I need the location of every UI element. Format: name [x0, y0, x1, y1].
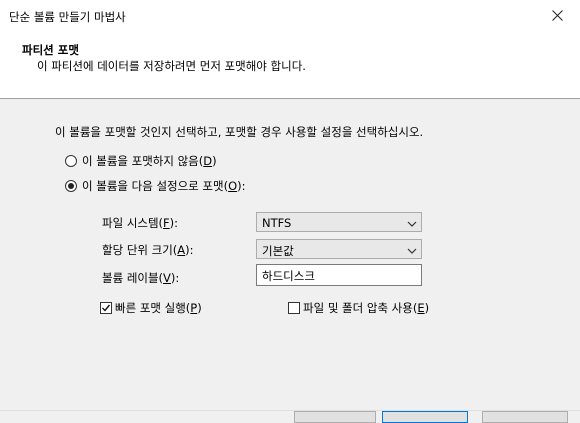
- header-title: 파티션 포맷: [22, 43, 79, 57]
- radio-no-format[interactable]: 이 볼륨을 포맷하지 않음(D): [65, 153, 217, 169]
- back-button[interactable]: [294, 411, 376, 423]
- radio-format[interactable]: 이 볼륨을 다음 설정으로 포맷(O):: [65, 178, 246, 194]
- alloc-unit-value: 기본값: [262, 244, 294, 258]
- close-button[interactable]: [534, 0, 580, 30]
- quick-format-checkbox[interactable]: 빠른 포맷 실행(P): [100, 300, 202, 316]
- radio-button-checked[interactable]: [65, 180, 77, 192]
- checkbox-checked[interactable]: [100, 302, 112, 314]
- radio-no-format-label: 이 볼륨을 포맷하지 않음(D): [82, 154, 217, 168]
- chevron-down-icon: [407, 218, 417, 231]
- alloc-unit-label: 할당 단위 크기(A):: [102, 243, 194, 257]
- volume-label-input[interactable]: 하드디스크: [256, 264, 422, 286]
- cancel-button[interactable]: [482, 411, 568, 423]
- wizard-header: 파티션 포맷 이 파티션에 데이터를 저장하려면 먼저 포맷해야 합니다.: [0, 30, 580, 99]
- radio-button-unchecked[interactable]: [65, 155, 77, 167]
- alloc-unit-select[interactable]: 기본값: [256, 239, 422, 259]
- file-system-label: 파일 시스템(F):: [102, 216, 179, 230]
- compression-checkbox[interactable]: 파일 및 폴더 압축 사용(E): [288, 300, 429, 316]
- volume-label-value: 하드디스크: [262, 269, 315, 283]
- header-subtitle: 이 파티션에 데이터를 저장하려면 먼저 포맷해야 합니다.: [37, 59, 306, 73]
- close-icon: [551, 9, 563, 21]
- window-title: 단순 볼륨 만들기 마법사: [9, 10, 126, 24]
- next-button[interactable]: [382, 411, 468, 423]
- file-system-select[interactable]: NTFS: [256, 212, 422, 232]
- checkbox-unchecked[interactable]: [288, 302, 300, 314]
- instruction-text: 이 볼륨을 포맷할 것인지 선택하고, 포맷할 경우 사용할 설정을 선택하십시…: [55, 125, 424, 139]
- chevron-down-icon: [407, 245, 417, 258]
- title-bar: 단순 볼륨 만들기 마법사: [0, 0, 580, 30]
- file-system-value: NTFS: [262, 216, 292, 230]
- quick-format-label: 빠른 포맷 실행(P): [115, 301, 202, 315]
- volume-label-label: 볼륨 레이블(V):: [102, 271, 180, 285]
- radio-format-label: 이 볼륨을 다음 설정으로 포맷(O):: [82, 179, 246, 193]
- compression-label: 파일 및 폴더 압축 사용(E): [303, 301, 430, 315]
